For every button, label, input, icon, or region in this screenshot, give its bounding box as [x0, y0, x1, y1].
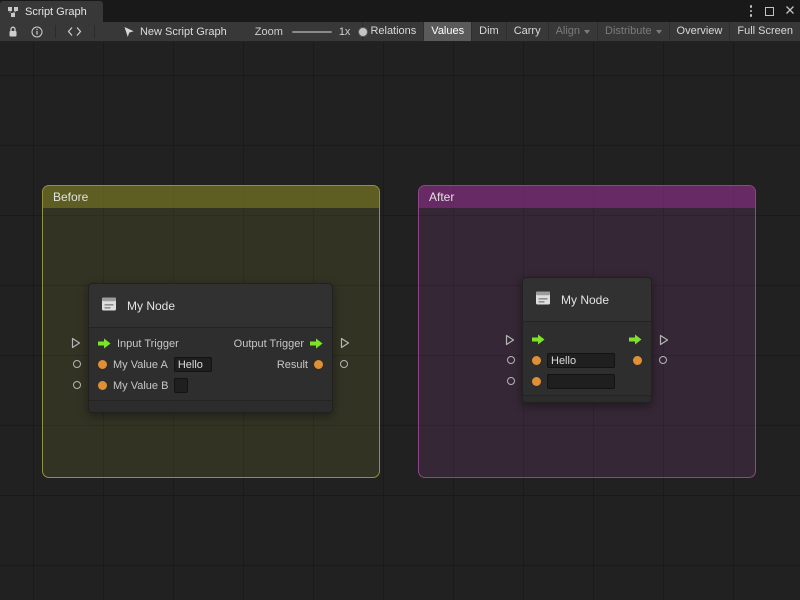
my-value-a-port-icon[interactable] [98, 360, 107, 369]
port-row-value-a: My Value A Result [89, 354, 332, 375]
external-value-port-icon[interactable] [659, 356, 667, 364]
window-controls [748, 0, 796, 22]
output-trigger-port-icon[interactable] [310, 338, 323, 349]
values-button[interactable]: Values [423, 22, 471, 42]
input-trigger-label: Input Trigger [117, 338, 179, 350]
result-port-icon[interactable] [633, 356, 642, 365]
graph-toolbar: New Script Graph Zoom 1x Relations Value… [0, 22, 800, 42]
node-title: My Node [561, 293, 609, 307]
port-row-triggers: Input Trigger Output Trigger [89, 333, 332, 354]
zoom-slider-track[interactable] [292, 31, 332, 33]
external-value-port-icon[interactable] [507, 356, 515, 364]
result-port-icon[interactable] [314, 360, 323, 369]
my-value-b-field[interactable] [547, 374, 615, 389]
my-value-b-port-icon[interactable] [532, 377, 541, 386]
external-value-port-icon[interactable] [507, 377, 515, 385]
distribute-dropdown[interactable]: Distribute [597, 22, 668, 42]
zoom-slider[interactable] [292, 26, 332, 38]
node-body: Input Trigger Output Trigger My Value A … [89, 328, 332, 396]
code-view-icon[interactable] [67, 26, 82, 37]
tab-script-graph[interactable]: Script Graph [0, 1, 103, 22]
group-after-header[interactable]: After [419, 186, 755, 208]
zoom-value: 1x [339, 26, 351, 38]
external-value-port-icon[interactable] [73, 381, 81, 389]
my-value-a-label: My Value A [113, 359, 168, 371]
distribute-label: Distribute [605, 22, 651, 41]
zoom-slider-thumb[interactable] [358, 27, 368, 37]
port-row-value-b [523, 371, 651, 392]
external-value-port-icon[interactable] [340, 360, 348, 368]
external-value-port-icon[interactable] [73, 360, 81, 368]
node-icon [99, 294, 119, 317]
zoom-label: Zoom [255, 26, 283, 38]
my-value-b-label: My Value B [113, 380, 168, 392]
carry-button[interactable]: Carry [506, 22, 548, 42]
node-footer [89, 400, 332, 412]
relations-button[interactable]: Relations [362, 22, 423, 42]
node-body [523, 322, 651, 392]
input-trigger-port-icon[interactable] [98, 338, 111, 349]
my-value-b-field[interactable] [174, 378, 188, 393]
my-value-a-field[interactable] [174, 357, 212, 372]
graph-breadcrumb[interactable]: New Script Graph [140, 26, 227, 38]
dropdown-arrow-icon [656, 30, 662, 34]
dropdown-arrow-icon [584, 30, 590, 34]
script-graph-icon [7, 6, 19, 18]
output-trigger-port-icon[interactable] [629, 334, 642, 345]
port-row-value-b: My Value B [89, 375, 332, 396]
my-value-b-port-icon[interactable] [98, 381, 107, 390]
node-title: My Node [127, 299, 175, 313]
align-label: Align [556, 22, 580, 41]
external-flow-port-icon[interactable] [659, 334, 669, 346]
my-value-a-field[interactable] [547, 353, 615, 368]
node-header[interactable]: My Node [523, 278, 651, 322]
unity-script-graph-window: Script Graph New Script Graph Zoom [0, 0, 800, 600]
node-my-node-after[interactable]: My Node [522, 277, 652, 403]
overview-button[interactable]: Overview [669, 22, 730, 42]
node-footer [523, 395, 651, 402]
port-row-value-a [523, 350, 651, 371]
maximize-icon[interactable] [765, 7, 774, 16]
lock-icon[interactable] [7, 25, 19, 38]
port-row-triggers [523, 329, 651, 350]
input-trigger-port-icon[interactable] [532, 334, 545, 345]
group-after-title: After [429, 190, 454, 204]
tab-bar: Script Graph [0, 0, 800, 22]
close-icon[interactable] [785, 5, 795, 18]
node-my-node-before[interactable]: My Node Input Trigger Output Trigger [88, 283, 333, 413]
graph-canvas[interactable]: Before After My Node Input [0, 42, 800, 600]
my-value-a-port-icon[interactable] [532, 356, 541, 365]
fullscreen-button[interactable]: Full Screen [729, 22, 800, 42]
output-trigger-label: Output Trigger [234, 338, 304, 350]
node-header[interactable]: My Node [89, 284, 332, 328]
info-icon[interactable] [31, 26, 43, 38]
kebab-menu-icon[interactable] [748, 3, 755, 19]
align-dropdown[interactable]: Align [548, 22, 597, 42]
node-icon [533, 288, 553, 311]
graph-pointer-icon [123, 26, 134, 38]
group-before-title: Before [53, 190, 88, 204]
external-flow-port-icon[interactable] [340, 337, 350, 349]
external-flow-port-icon[interactable] [71, 337, 81, 349]
dim-button[interactable]: Dim [471, 22, 506, 42]
tab-label: Script Graph [25, 6, 87, 18]
external-flow-port-icon[interactable] [505, 334, 515, 346]
group-before-header[interactable]: Before [43, 186, 379, 208]
result-label: Result [277, 359, 308, 371]
